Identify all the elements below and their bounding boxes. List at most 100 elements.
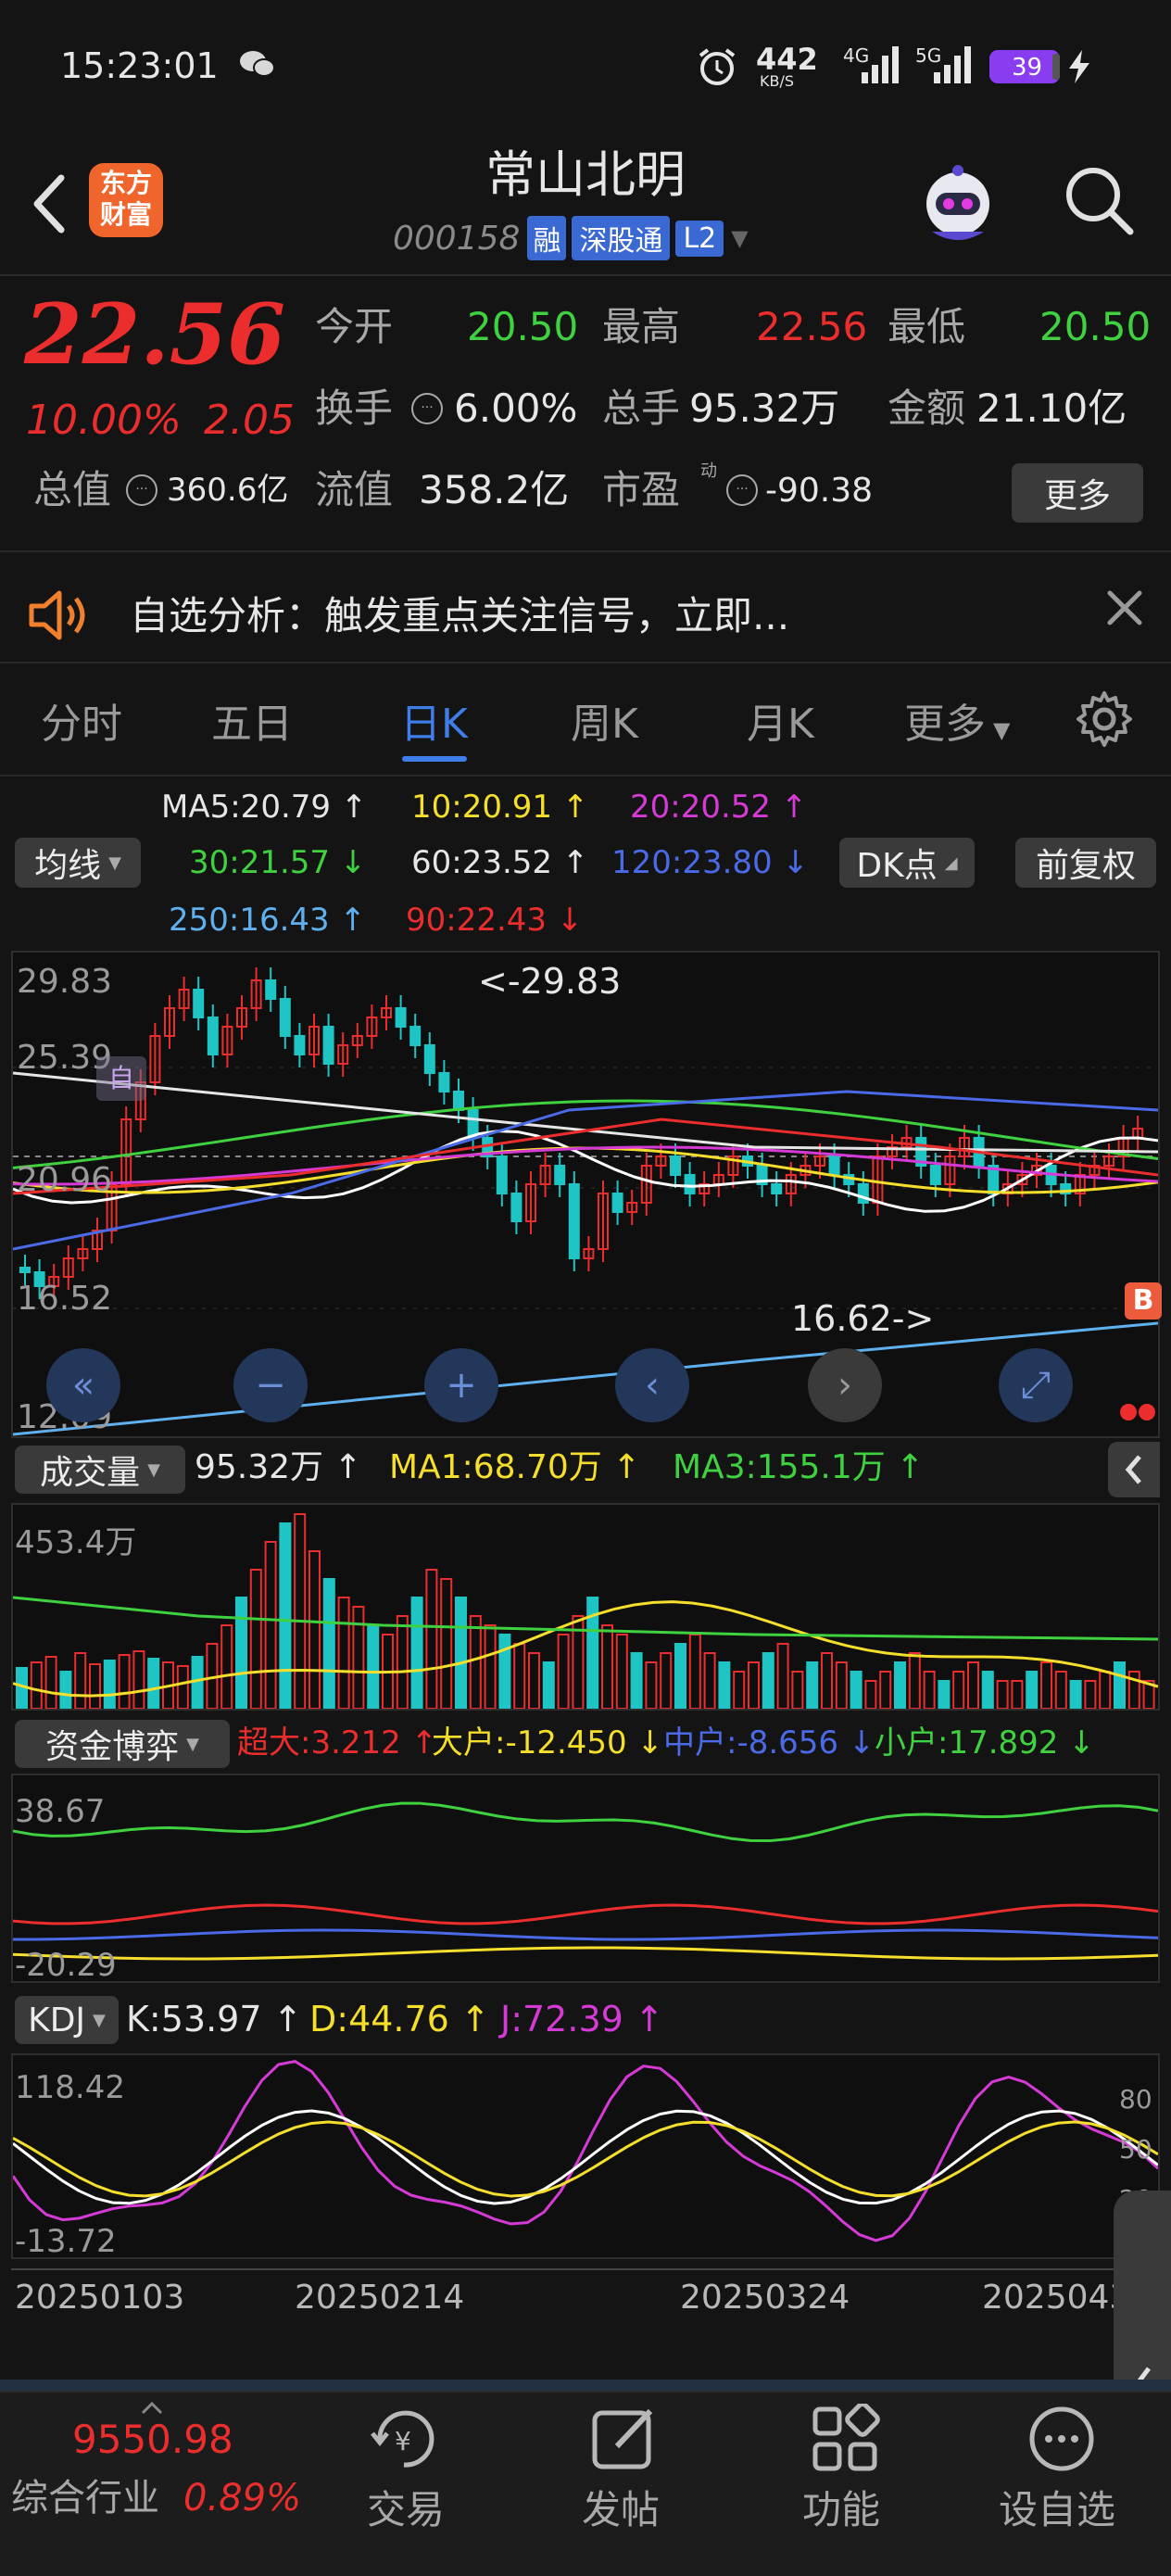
bottom-add-watchlist[interactable]: 设自选 — [999, 2491, 1115, 2530]
ma20-legend: 20:20.52 ↑ — [630, 789, 808, 826]
more-options-icon — [1026, 2404, 1097, 2474]
candle — [670, 1155, 681, 1176]
volume-bar — [484, 1624, 497, 1709]
date-label-1: 20250103 — [15, 2279, 185, 2317]
pe-label: 市盈 — [602, 467, 681, 512]
bottom-function[interactable]: 功能 — [802, 2491, 880, 2530]
amount-label: 金额 — [888, 385, 966, 431]
notice-text[interactable]: 自选分析：触发重点关注信号，立即... — [130, 597, 789, 636]
scroll-right-button[interactable]: › — [808, 1348, 882, 1422]
tab-daily-k[interactable]: 日K — [400, 690, 468, 750]
volume-bar — [981, 1671, 994, 1709]
close-icon[interactable] — [1102, 586, 1147, 630]
ma250-legend: 250:16.43 ↑ — [169, 902, 366, 939]
volume-bar — [688, 1634, 701, 1709]
zoom-in-button[interactable]: + — [424, 1348, 498, 1422]
search-icon[interactable] — [1062, 163, 1136, 237]
bottom-trade[interactable]: 交易 — [367, 2491, 445, 2530]
robot-assistant-icon[interactable] — [913, 158, 1002, 246]
pe-info-icon[interactable]: ··· — [726, 474, 758, 506]
volume-bar — [264, 1541, 277, 1709]
volume-bar — [1099, 1671, 1112, 1709]
post-icon — [589, 2404, 660, 2474]
price-adjust-button[interactable]: 前复权 — [1015, 838, 1156, 888]
ma120-legend: 120:23.80 ↓ — [611, 844, 809, 881]
ma60-line — [13, 1071, 1158, 1154]
ma30-line — [13, 1099, 1158, 1169]
tab-intraday[interactable]: 分时 — [41, 690, 122, 750]
fund-chart[interactable] — [11, 1774, 1160, 1983]
kline-min-marker: 16.62-> — [791, 1298, 935, 1339]
volume-bar — [733, 1671, 746, 1709]
fund-selector-dropdown[interactable]: 资金博弈 ▼ — [15, 1720, 230, 1768]
dk-point-button[interactable]: DK点 ◢ — [839, 838, 975, 888]
volume-bar — [748, 1661, 760, 1709]
candle — [554, 1165, 566, 1185]
pe-dynamic-mark: 动 — [700, 461, 717, 481]
volume-bar — [850, 1671, 863, 1709]
volume-bar — [1011, 1680, 1024, 1709]
turnover-info-icon[interactable]: ··· — [411, 393, 443, 424]
candle — [611, 1193, 623, 1213]
date-label-2: 20250214 — [295, 2279, 465, 2317]
volume-selector-dropdown[interactable]: 成交量 ▼ — [15, 1446, 185, 1494]
tab-monthly-k[interactable]: 月K — [747, 690, 814, 750]
settings-gear-icon[interactable] — [1075, 689, 1134, 749]
volume-bar — [703, 1652, 716, 1709]
candle — [19, 1267, 31, 1273]
more-dots-icon[interactable] — [1119, 1403, 1156, 1421]
high-label: 最高 — [602, 304, 681, 349]
volume-bar — [718, 1661, 731, 1709]
volume-bar — [615, 1634, 628, 1709]
ma250-line — [13, 1321, 1158, 1436]
mktcap-value: 360.6亿 — [167, 472, 289, 509]
code-dropdown-icon[interactable]: ▼ — [731, 225, 748, 251]
battery-icon: 39 — [989, 50, 1060, 83]
volume-bar — [191, 1656, 204, 1709]
volume-bar — [879, 1671, 892, 1709]
code-row: 000158 融 深股通 L2 ▼ — [393, 216, 749, 260]
alarm-icon — [697, 46, 737, 87]
buy-signal-marker: B — [1125, 1282, 1162, 1320]
volume-bar — [645, 1661, 658, 1709]
candle — [684, 1174, 696, 1194]
volume-bar — [103, 1660, 116, 1709]
volume-bar — [806, 1661, 819, 1709]
volume-bar — [279, 1522, 292, 1709]
date-label-4: 2025043 — [982, 2279, 1131, 2317]
signal-4g-icon — [850, 44, 902, 89]
ma5-line — [13, 1130, 1158, 1213]
fullscreen-button[interactable]: ⤢ — [999, 1348, 1073, 1422]
fund-axis-top: 38.67 — [15, 1793, 106, 1830]
scroll-left-button[interactable]: ‹ — [615, 1348, 689, 1422]
scroll-fast-left-button[interactable]: « — [46, 1348, 120, 1422]
index-value[interactable]: 9550.98 — [72, 2420, 233, 2459]
bottom-post[interactable]: 发帖 — [582, 2491, 660, 2530]
fund-medium-line — [13, 1928, 1158, 1941]
zoom-out-button[interactable]: − — [233, 1348, 308, 1422]
volume-bar — [367, 1624, 380, 1709]
panel-collapse-button[interactable] — [1108, 1442, 1160, 1497]
volume-bar — [308, 1550, 321, 1709]
mktcap-info-icon[interactable]: ··· — [126, 474, 157, 506]
kdj-chart[interactable] — [11, 2053, 1160, 2259]
volume-bar — [1084, 1680, 1097, 1709]
tab-five-day[interactable]: 五日 — [211, 690, 293, 750]
wechat-icon — [239, 48, 276, 80]
volume-chart[interactable] — [11, 1503, 1160, 1711]
change-pct: 10.00% — [26, 397, 182, 444]
more-quote-button[interactable]: 更多 — [1012, 463, 1143, 523]
kdj-selector-dropdown[interactable]: KDJ ▼ — [15, 1996, 119, 2044]
tab-weekly-k[interactable]: 周K — [571, 690, 638, 750]
badge-l2: L2 — [675, 220, 724, 257]
mktcap-label: 总值 — [33, 467, 112, 512]
volume-bar — [601, 1624, 613, 1709]
volume-bar — [132, 1650, 145, 1709]
tab-more[interactable]: 更多 ▼ — [904, 690, 1010, 750]
stock-code: 000158 — [393, 219, 521, 258]
index-name[interactable]: 综合行业 — [11, 2480, 159, 2517]
ma120-line — [13, 1090, 1158, 1251]
volume-bar — [89, 1663, 101, 1709]
kline-chart[interactable] — [11, 951, 1160, 1438]
ma-selector-dropdown[interactable]: 均线 ▼ — [15, 838, 141, 888]
